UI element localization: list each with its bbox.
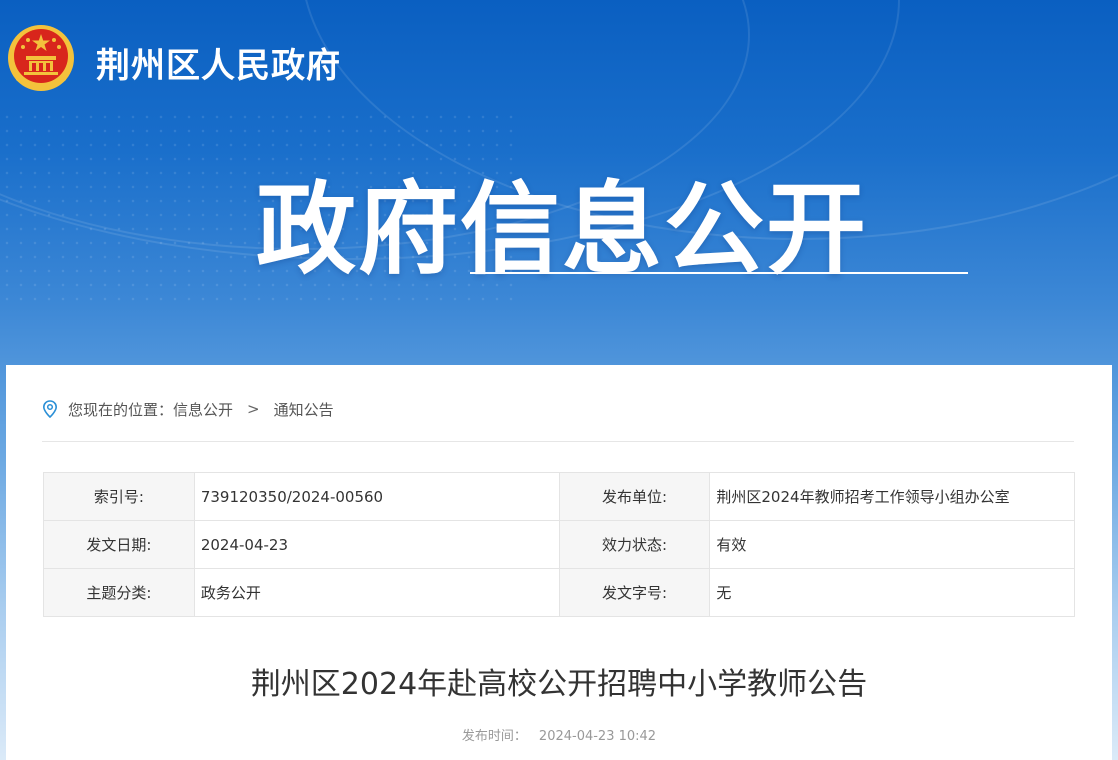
- meta-value-document-number: 无: [709, 568, 1075, 617]
- location-pin-icon: [42, 400, 58, 418]
- site-title[interactable]: 荆州区人民政府: [96, 38, 341, 87]
- hero-underline: [470, 272, 968, 274]
- table-row: 发文日期: 2024-04-23 效力状态: 有效: [43, 520, 1075, 569]
- content-panel: 您现在的位置： 信息公开 > 通知公告 索引号: 739120350/2024-…: [6, 365, 1112, 760]
- meta-label-index-number: 索引号:: [43, 472, 195, 521]
- breadcrumb-prefix: 您现在的位置：: [68, 400, 174, 419]
- meta-label-topic: 主题分类:: [43, 568, 195, 617]
- meta-label-issue-date: 发文日期:: [43, 520, 195, 569]
- breadcrumb-link-info-disclosure[interactable]: 信息公开: [173, 399, 233, 420]
- meta-value-validity: 有效: [709, 520, 1075, 569]
- publish-time-value: 2024-04-23 10:42: [538, 729, 657, 744]
- breadcrumb-separator: >: [247, 400, 260, 418]
- table-row: 索引号: 739120350/2024-00560 发布单位: 荆州区2024年…: [43, 472, 1075, 521]
- publish-info: 发布时间： 2024-04-23 10:42: [6, 725, 1112, 744]
- breadcrumb-link-notices[interactable]: 通知公告: [274, 399, 334, 420]
- meta-value-index-number: 739120350/2024-00560: [193, 472, 560, 521]
- meta-value-issue-date: 2024-04-23: [193, 520, 560, 569]
- breadcrumb-divider: [42, 441, 1074, 442]
- meta-label-document-number: 发文字号:: [558, 568, 711, 617]
- meta-value-topic: 政务公开: [193, 568, 560, 617]
- breadcrumb: 您现在的位置： 信息公开 > 通知公告: [42, 399, 334, 419]
- article-title: 荆州区2024年赴高校公开招聘中小学教师公告: [250, 667, 868, 702]
- publish-time-label: 发布时间：: [461, 729, 527, 744]
- meta-value-publisher: 荆州区2024年教师招考工作领导小组办公室: [709, 472, 1075, 521]
- document-meta-table: 索引号: 739120350/2024-00560 发布单位: 荆州区2024年…: [43, 472, 1075, 617]
- meta-label-publisher: 发布单位:: [558, 472, 711, 521]
- national-emblem-icon: [8, 25, 74, 91]
- meta-label-validity: 效力状态:: [558, 520, 711, 569]
- table-row: 主题分类: 政务公开 发文字号: 无: [43, 568, 1075, 617]
